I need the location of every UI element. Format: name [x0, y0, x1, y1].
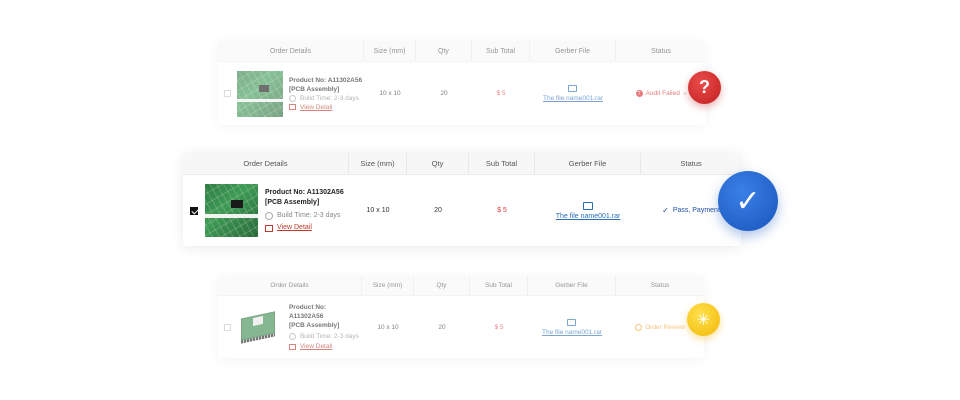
table-row: Product No: A11302A56 [PCB Assembly] Bui… [218, 296, 704, 358]
gerber-file-link[interactable]: The file name001.rar [556, 201, 620, 220]
col-order-details: Order Details [218, 41, 364, 61]
order-card-pass: Order Details Size (mm) Qty Sub Total Ge… [183, 153, 741, 246]
view-detail-link[interactable]: View Detail [265, 223, 344, 233]
col-qty: Qty [416, 41, 472, 61]
order-card-audit-failed: Order Details Size (mm) Qty Sub Total Ge… [218, 41, 706, 125]
col-gerber: Gerber File [530, 41, 616, 61]
product-number: Product No: A11302A56 [289, 76, 363, 84]
pcb-thumbnail [237, 70, 283, 117]
chevron-down-icon: ∨ [682, 90, 687, 97]
col-subtotal: Sub Total [470, 276, 528, 295]
build-time: Build Time: 2-3 days [289, 94, 362, 103]
col-gerber: Gerber File [528, 276, 616, 295]
col-size: Size (mm) [364, 41, 416, 61]
clock-icon [635, 323, 643, 331]
qty-value: 20 [438, 323, 446, 331]
col-qty: Qty [407, 153, 469, 174]
product-type: [PCB Assembly] [265, 199, 320, 206]
subtotal-value: $ 5 [494, 323, 504, 331]
col-status: Status [650, 282, 670, 289]
row-checkbox-checked[interactable] [190, 206, 198, 215]
table-row: Product No: A11302A56 [PCB Assembly] Bui… [183, 175, 741, 246]
build-time: Build Time: 2-3 days [265, 211, 344, 221]
view-detail-link[interactable]: View Detail [288, 342, 362, 351]
table-header: Order Details Size (mm) Qty Sub Total Ge… [183, 153, 741, 175]
view-detail-icon [265, 224, 273, 232]
folder-icon [568, 85, 578, 92]
build-time: Build Time: 2-3 days [288, 332, 362, 341]
qty-value: 20 [434, 207, 442, 214]
size-value: 10 x 10 [379, 90, 401, 97]
size-value: 10 x 10 [377, 323, 399, 331]
table-header: Order Details Size (mm) Qty Sub Total Ge… [218, 41, 706, 62]
review-badge-icon: ✳ [687, 303, 720, 336]
col-gerber: Gerber File [535, 153, 641, 174]
table-row: Product No: A11302A56 [PCB Assembly] Bui… [218, 62, 706, 125]
col-qty: Qty [414, 276, 470, 295]
view-detail-link[interactable]: View Detail [289, 103, 362, 112]
failed-badge-icon: ? [688, 71, 721, 104]
col-status: Status [680, 159, 702, 168]
subtotal-value: $ 5 [497, 207, 507, 214]
product-number: Product No: A11302A56 [265, 189, 344, 196]
col-subtotal: Sub Total [469, 153, 535, 174]
pcb-thumbnail [205, 184, 258, 237]
view-detail-icon [288, 343, 296, 350]
col-size: Size (mm) [349, 153, 407, 174]
col-size: Size (mm) [362, 276, 414, 295]
order-card-order-review: Order Details Size (mm) Qty Sub Total Ge… [218, 276, 704, 358]
gerber-file-link[interactable]: The file name001.rar [543, 85, 603, 102]
clock-icon [288, 333, 296, 340]
clock-icon [265, 212, 273, 220]
col-order-details: Order Details [183, 153, 349, 174]
size-value: 10 x 10 [366, 207, 390, 214]
subtotal-value: $ 5 [496, 90, 506, 97]
row-checkbox[interactable] [224, 323, 231, 331]
pass-badge-icon: ✓ [718, 171, 778, 231]
question-circle-icon: ? [635, 90, 643, 97]
folder-icon [567, 318, 577, 326]
pcb-board-thumbnail [237, 305, 283, 349]
col-order-details: Order Details [218, 276, 362, 295]
check-icon: ✓ [662, 206, 669, 215]
view-detail-icon [289, 104, 296, 110]
table-header: Order Details Size (mm) Qty Sub Total Ge… [218, 276, 704, 296]
clock-icon [289, 94, 296, 102]
product-number: Product No: A11302A56 [288, 304, 327, 320]
product-type: [PCB Assembly] [289, 85, 340, 93]
folder-icon [583, 201, 593, 210]
qty-value: 20 [440, 90, 448, 97]
col-status: Status [651, 47, 671, 55]
product-type: [PCB Assembly] [288, 322, 340, 329]
row-checkbox[interactable] [224, 90, 231, 97]
col-subtotal: Sub Total [472, 41, 530, 61]
gerber-file-link[interactable]: The file name001.rar [542, 318, 602, 336]
